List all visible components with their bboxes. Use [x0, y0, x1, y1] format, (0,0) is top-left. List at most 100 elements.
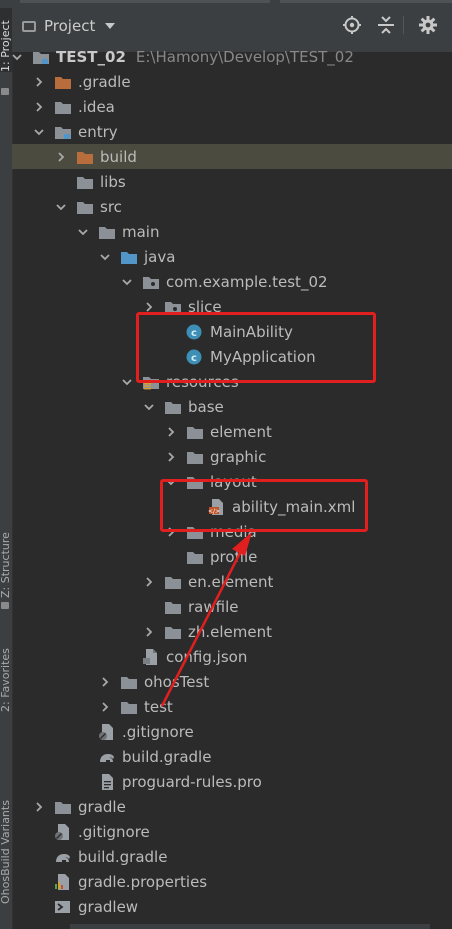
tree-row[interactable]: profile [12, 544, 452, 569]
tree-row[interactable]: element [12, 419, 452, 444]
tree-row[interactable]: c MainAbility [12, 319, 452, 344]
gradle-file-icon [98, 749, 116, 765]
tree-item-label: zh.element [188, 622, 273, 641]
chevron-right-icon[interactable] [144, 576, 154, 587]
tree-item-label: src [100, 197, 122, 216]
chevron-down-icon[interactable] [56, 202, 66, 212]
project-window-icon [22, 20, 36, 32]
chevron-right-icon[interactable] [166, 426, 176, 437]
chevron-down-icon[interactable] [78, 227, 88, 237]
chevron-right-icon[interactable] [34, 101, 44, 112]
project-view-dropdown[interactable]: Project [22, 14, 116, 38]
structure-tool-tab-icon [1, 602, 9, 609]
crosshair-icon[interactable] [342, 15, 362, 35]
tree-item-label: element [210, 422, 272, 441]
tree-row[interactable]: proguard-rules.pro [12, 769, 452, 794]
folder-icon [186, 549, 204, 565]
tree-row[interactable]: main [12, 219, 452, 244]
chevron-down-icon[interactable] [166, 477, 176, 487]
chevron-down-icon[interactable] [144, 402, 154, 412]
folder-icon [164, 399, 182, 415]
chevron-right-icon[interactable] [144, 301, 154, 312]
tree-row[interactable]: layout [12, 469, 452, 494]
chevron-right-icon[interactable] [56, 151, 66, 162]
tree-row[interactable]: entry [12, 119, 452, 144]
chevron-right-icon[interactable] [166, 526, 176, 537]
folder-icon [186, 449, 204, 465]
svg-text:c: c [191, 353, 197, 364]
tree-row[interactable]: com.example.test_02 [12, 269, 452, 294]
svg-text:c: c [191, 328, 197, 339]
tree-row[interactable]: gradlew [12, 894, 452, 919]
tree-row[interactable]: TEST_02 E:\Hamony\Develop\TEST_02 [12, 44, 452, 69]
ignore-file-icon [54, 823, 72, 840]
folder-icon [120, 674, 138, 690]
tree-row[interactable]: build.gradle [12, 844, 452, 869]
ignore-file-icon [98, 723, 116, 740]
project-tool-tab-icon [1, 88, 9, 95]
tree-row[interactable]: ohosTest [12, 669, 452, 694]
tree-row[interactable]: slice [12, 294, 452, 319]
tree-row[interactable]: media [12, 519, 452, 544]
tree-row[interactable]: rawfile [12, 594, 452, 619]
tree-row[interactable]: build.gradle [12, 744, 452, 769]
class-icon: c [186, 324, 204, 340]
text-file-icon [98, 773, 116, 790]
tree-item-label: graphic [210, 447, 267, 466]
tree-item-label: .gitignore [122, 722, 194, 741]
folder-icon [186, 424, 204, 440]
tree-item-label: libs [100, 172, 126, 191]
folder-icon [186, 474, 204, 490]
toolbar-separator [403, 16, 404, 34]
tree-row[interactable]: resources [12, 369, 452, 394]
tree-row[interactable]: .gitignore [12, 719, 452, 744]
tree-row[interactable]: gradle [12, 794, 452, 819]
module-folder-icon [54, 124, 72, 140]
tree-row[interactable]: zh.element [12, 619, 452, 644]
tree-row[interactable]: .idea [12, 94, 452, 119]
chevron-down-icon[interactable] [34, 127, 44, 137]
chevron-down-icon[interactable] [12, 52, 22, 62]
editor-tab[interactable] [20, 0, 270, 3]
gear-icon[interactable] [418, 15, 438, 35]
tree-row[interactable]: gradle.properties [12, 869, 452, 894]
chevron-right-icon[interactable] [100, 676, 110, 687]
collapse-all-icon[interactable] [376, 15, 396, 35]
chevron-right-icon[interactable] [100, 701, 110, 712]
tree-row[interactable]: </> ability_main.xml [12, 494, 452, 519]
tree-item-label: ability_main.xml [232, 497, 356, 516]
chevron-down-icon[interactable] [122, 277, 132, 287]
tree-item-label: profile [210, 547, 258, 566]
tree-row[interactable]: .gitignore [12, 819, 452, 844]
folder-icon [98, 224, 116, 240]
horizontal-scrollbar[interactable] [70, 924, 430, 929]
tree-row[interactable]: build [12, 144, 452, 169]
chevron-down-icon[interactable] [100, 252, 110, 262]
tree-row[interactable]: src [12, 194, 452, 219]
tree-row[interactable]: test [12, 694, 452, 719]
tree-item-label: build.gradle [122, 747, 212, 766]
tree-row[interactable]: c MyApplication [12, 344, 452, 369]
tree-item-label: proguard-rules.pro [122, 772, 262, 791]
tree-row[interactable]: graphic [12, 444, 452, 469]
chevron-right-icon[interactable] [144, 626, 154, 637]
tree-item-label: entry [78, 122, 118, 141]
folder-icon [164, 599, 182, 615]
tree-row[interactable]: en.element [12, 569, 452, 594]
gradle-file-icon [54, 849, 72, 865]
folder-icon [186, 524, 204, 540]
tree-row[interactable]: .gradle [12, 69, 452, 94]
folder-icon [54, 99, 72, 115]
tree-row[interactable]: base [12, 394, 452, 419]
chevron-down-icon[interactable] [122, 377, 132, 387]
tree-row[interactable]: config.json [12, 644, 452, 669]
editor-tab[interactable] [280, 0, 452, 3]
tree-item-label: java [144, 247, 176, 266]
tree-row[interactable]: libs [12, 169, 452, 194]
chevron-right-icon[interactable] [166, 451, 176, 462]
package-icon [142, 274, 160, 290]
tree-item-label: gradle [78, 797, 126, 816]
chevron-right-icon[interactable] [34, 801, 44, 812]
chevron-right-icon[interactable] [34, 76, 44, 87]
tree-row[interactable]: java [12, 244, 452, 269]
